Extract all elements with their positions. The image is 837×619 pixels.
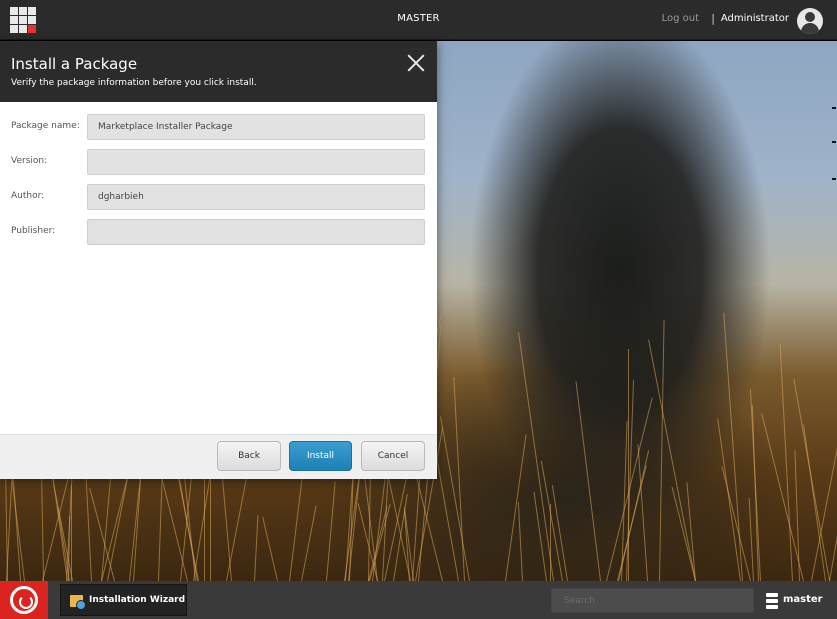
task-label: Installation Wizard [89,595,186,605]
publisher-label: Publisher: [11,226,56,236]
author-label: Author: [11,191,45,201]
dialog-subtitle: Verify the package information before yo… [11,78,257,88]
publisher-field[interactable] [87,219,425,245]
package-name-field[interactable]: Marketplace Installer Package [87,114,425,140]
sitecore-start-icon[interactable] [0,581,48,619]
version-label: Version: [11,156,48,166]
edge-fragment [832,107,836,109]
installation-wizard-task[interactable]: Installation Wizard [60,584,187,616]
database-name[interactable]: master [783,594,823,605]
version-field[interactable] [87,149,425,175]
close-icon[interactable] [407,54,425,72]
logout-link[interactable]: Log out [662,13,699,24]
edge-fragment [832,141,836,143]
author-field[interactable]: dgharbieh [87,184,425,210]
taskbar: Installation Wizard master [0,581,837,619]
package-name-row: Package name: Marketplace Installer Pack… [0,114,437,140]
user-avatar-icon[interactable] [797,8,823,34]
edge-fragment [832,178,836,180]
author-row: Author: dgharbieh [0,184,437,210]
username[interactable]: Administrator [721,13,789,24]
installation-wizard-icon [70,595,86,610]
version-row: Version: [0,149,437,175]
publisher-row: Publisher: [0,219,437,245]
install-button[interactable]: Install [289,441,352,471]
dialog-title: Install a Package [11,55,138,73]
database-icon [766,593,778,609]
package-name-label: Package name: [11,121,80,131]
dialog-header: Install a Package Verify the package inf… [0,41,437,102]
launchpad-grid-icon[interactable] [10,7,36,33]
top-bar: MASTER Log out | Administrator [0,0,837,40]
search-input[interactable] [551,588,754,613]
separator: | [711,12,715,25]
cancel-button[interactable]: Cancel [361,441,425,471]
dialog-footer: Back Install Cancel [0,434,437,479]
install-package-dialog: Install a Package Verify the package inf… [0,41,437,479]
back-button[interactable]: Back [217,441,281,471]
